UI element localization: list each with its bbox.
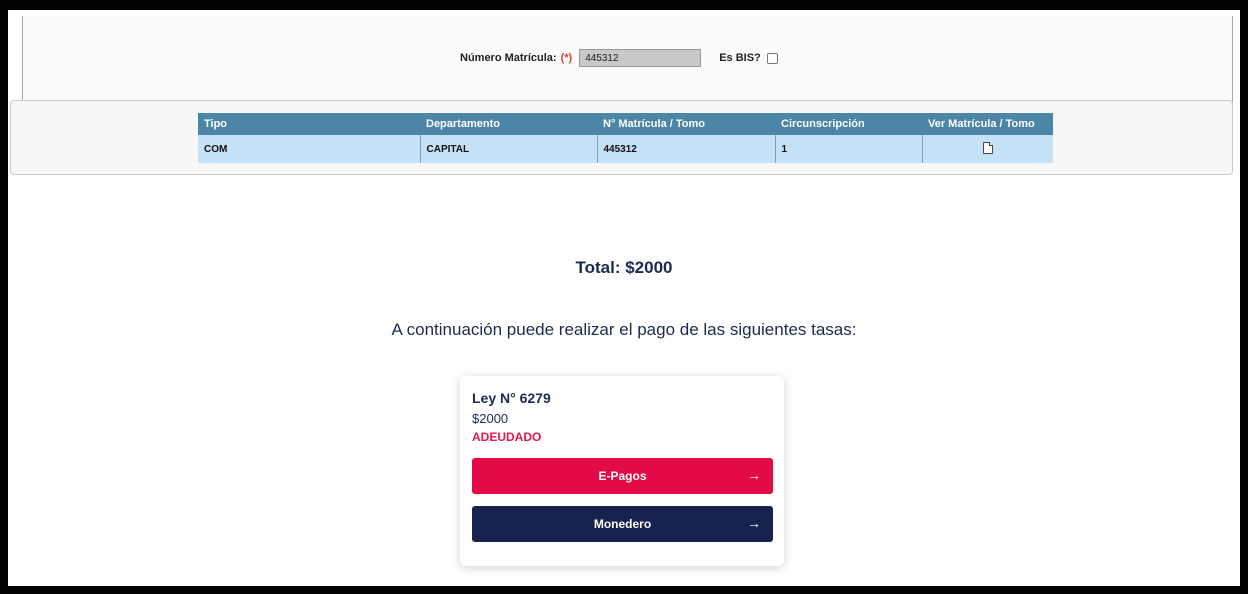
results-panel: Tipo Departamento N° Matrícula / Tomo Ci… bbox=[10, 100, 1233, 175]
header-circunscripcion: Circunscripción bbox=[775, 113, 922, 135]
search-panel: Número Matrícula: (*) Es BIS? bbox=[22, 16, 1233, 103]
bis-label: Es BIS? bbox=[719, 52, 761, 64]
cell-ver bbox=[922, 135, 1053, 163]
bis-checkbox[interactable] bbox=[766, 52, 778, 64]
tasa-title: Ley N° 6279 bbox=[472, 390, 551, 406]
header-ver: Ver Matrícula / Tomo bbox=[922, 113, 1053, 135]
tasa-card: Ley N° 6279 $2000 ADEUDADO E-Pagos → Mon… bbox=[460, 376, 784, 566]
header-tipo: Tipo bbox=[198, 113, 420, 135]
monedero-label: Monedero bbox=[593, 517, 652, 531]
arrow-right-icon: → bbox=[747, 467, 761, 483]
epagos-label: E-Pagos bbox=[598, 469, 647, 483]
table-header-row: Tipo Departamento N° Matrícula / Tomo Ci… bbox=[198, 113, 1053, 135]
matricula-input[interactable] bbox=[579, 49, 702, 67]
cell-circunscripcion: 1 bbox=[775, 135, 923, 163]
cell-departamento: CAPITAL bbox=[420, 135, 598, 163]
cell-matricula: 445312 bbox=[597, 135, 776, 163]
tasa-amount: $2000 bbox=[472, 411, 509, 426]
payment-instruction: A continuación puede realizar el pago de… bbox=[391, 320, 857, 339]
results-table: Tipo Departamento N° Matrícula / Tomo Ci… bbox=[198, 113, 1053, 163]
cell-tipo: COM bbox=[198, 135, 421, 163]
matricula-label: Número Matrícula: bbox=[460, 52, 557, 64]
document-icon[interactable] bbox=[982, 141, 993, 154]
total-amount: Total: $2000 bbox=[575, 258, 673, 277]
table-row[interactable]: COM CAPITAL 445312 1 bbox=[198, 135, 1053, 163]
required-mark: (*) bbox=[560, 52, 573, 64]
status-badge: ADEUDADO bbox=[472, 430, 542, 444]
epagos-button[interactable]: E-Pagos → bbox=[472, 458, 773, 494]
monedero-button[interactable]: Monedero → bbox=[472, 506, 773, 542]
header-matricula: N° Matrícula / Tomo bbox=[597, 113, 775, 135]
app-frame: Número Matrícula: (*) Es BIS? Tipo Depar… bbox=[8, 10, 1240, 586]
header-departamento: Departamento bbox=[420, 113, 597, 135]
arrow-right-icon: → bbox=[747, 515, 761, 531]
search-row: Número Matrícula: (*) Es BIS? bbox=[460, 49, 778, 67]
